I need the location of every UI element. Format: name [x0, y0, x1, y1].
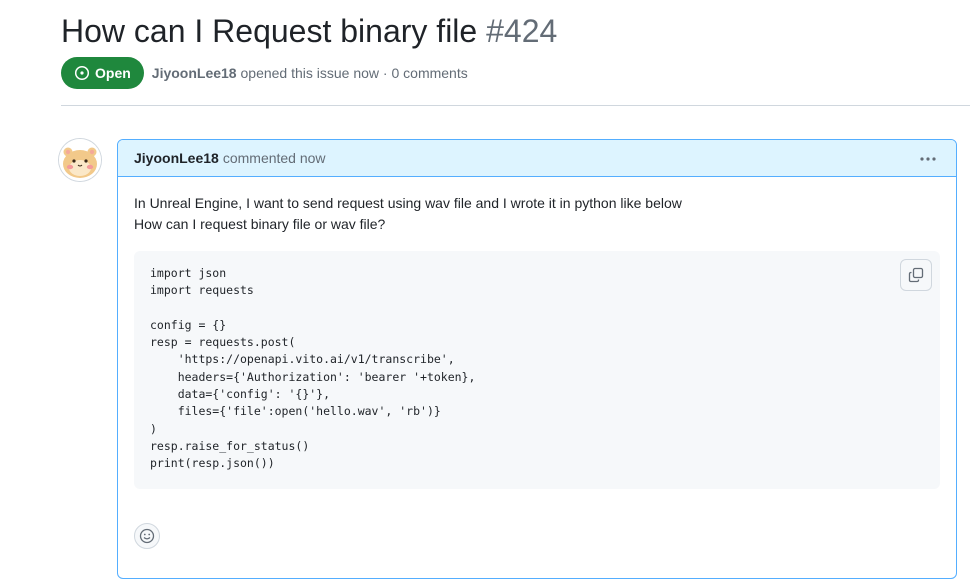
issue-author-link[interactable]: JiyoonLee18 — [152, 65, 237, 81]
issue-opened-icon — [74, 65, 90, 81]
state-badge: Open — [61, 57, 144, 89]
comment-timestamp[interactable]: commented now — [223, 150, 326, 166]
copy-button[interactable] — [900, 259, 932, 291]
comment-header: JiyoonLee18 commented now — [118, 140, 956, 177]
code-block: import json import requests config = {} … — [134, 251, 940, 489]
comment-paragraph-2: How can I request binary file or wav fil… — [134, 216, 386, 232]
issue-number: #424 — [486, 13, 558, 49]
issue-title-text: How can I Request binary file — [61, 13, 478, 49]
issue-title: How can I Request binary file #424 — [61, 10, 557, 52]
avatar[interactable] — [59, 139, 101, 181]
comment-paragraph-1: In Unreal Engine, I want to send request… — [134, 195, 682, 211]
issue-meta: Open JiyoonLee18 opened this issue now ·… — [61, 57, 468, 89]
copy-icon — [908, 267, 924, 283]
add-reaction-button[interactable] — [134, 523, 160, 549]
state-label: Open — [95, 65, 131, 81]
smiley-icon — [139, 528, 155, 544]
issue-meta-suffix: opened this issue now · 0 comments — [236, 65, 468, 81]
kebab-horizontal-icon — [920, 157, 936, 161]
comment-body: In Unreal Engine, I want to send request… — [118, 177, 956, 505]
header-divider — [61, 105, 970, 106]
issue-meta-text: JiyoonLee18 opened this issue now · 0 co… — [152, 65, 468, 81]
hamster-avatar — [59, 139, 101, 181]
comment-author-link[interactable]: JiyoonLee18 — [134, 150, 219, 166]
comment-box: JiyoonLee18 commented now In Unreal Engi… — [117, 139, 957, 579]
comment-options-button[interactable] — [918, 149, 938, 169]
code-content: import json import requests config = {} … — [150, 266, 476, 471]
